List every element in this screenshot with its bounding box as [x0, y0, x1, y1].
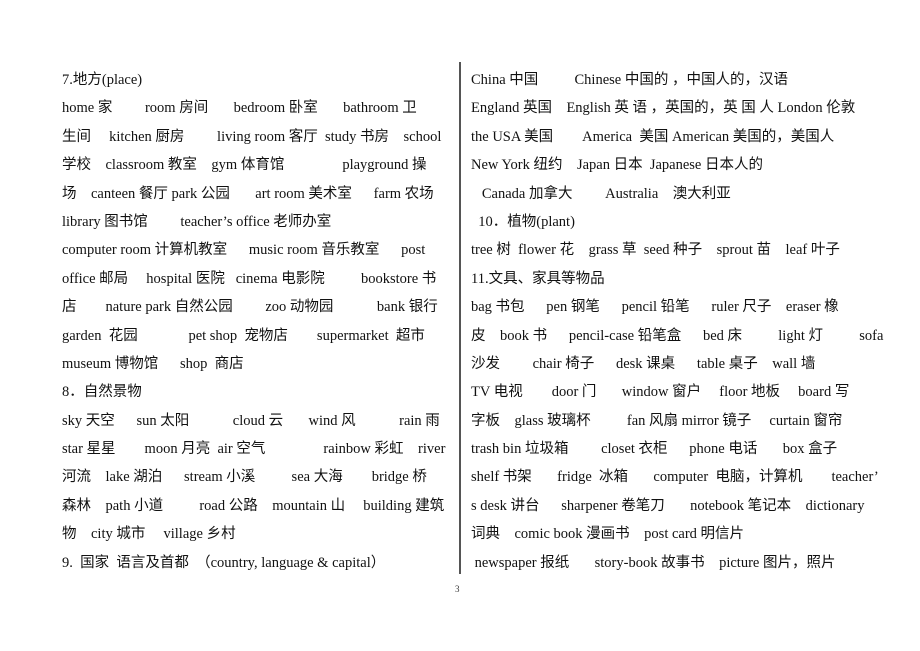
- text-line: tree 树 flower 花 grass 草 seed 种子 sprout 苗…: [471, 242, 840, 259]
- page-number: 3: [455, 584, 460, 594]
- text-line: shelf 书架 fridge 冰箱 computer 电脑，计算机 teach…: [471, 469, 879, 486]
- text-line: home 家 room 房间 bedroom 卧室 bathroom 卫: [62, 100, 417, 117]
- section-heading-places: 7.地方(place): [62, 72, 143, 88]
- text-line: 森林 path 小道 road 公路 mountain 山 building 建…: [62, 497, 445, 514]
- text-line: office 邮局 hospital 医院 cinema 电影院 booksto…: [62, 270, 437, 287]
- section-heading-plants: 10．植物(plant): [471, 213, 575, 230]
- text-line: 河流 lake 湖泊 stream 小溪 sea 大海 bridge 桥: [62, 469, 427, 486]
- text-line: 词典 comic book 漫画书 post card 明信片: [471, 526, 745, 543]
- left-column: 7.地方(place) home 家 room 房间 bedroom 卧室 ba…: [62, 66, 458, 577]
- section-heading-stationery: 11.文具、家具等物品: [471, 270, 605, 287]
- section-heading-nature: 8．自然景物: [62, 384, 142, 401]
- text-line: computer room 计算机教室 music room 音乐教室 post: [62, 242, 426, 259]
- text-line: 皮 book 书 pencil-case 铅笔盒 bed 床 light 灯 s…: [471, 327, 884, 344]
- text-line: New York 纽约 Japan 日本 Japanese 日本人的: [471, 157, 763, 174]
- text-line: England 英国 English 英 语 ，英国的，英 国 人 London…: [471, 100, 856, 117]
- text-line: newspaper 报纸 story-book 故事书 picture 图片，照…: [471, 554, 836, 571]
- text-line: the USA 美国 America 美国 American 美国的，美国人: [471, 128, 835, 145]
- text-line: trash bin 垃圾箱 closet 衣柜 phone 电话 box 盒子: [471, 441, 838, 458]
- text-line: 字板 glass 玻璃杯 fan 风扇 mirror 镜子 curtain 窗帘: [471, 412, 843, 429]
- text-line: TV 电视 door 门 window 窗户 floor 地板 board 写: [471, 384, 850, 401]
- text-line: 生间 kitchen 厨房 living room 客厅 study 书房 sc…: [62, 128, 442, 145]
- text-line: 场 canteen 餐厅 park 公园 art room 美术室 farm 农…: [62, 185, 434, 202]
- text-line: Canada 加拿大 Australia 澳大利亚: [471, 185, 731, 202]
- text-line: China 中国 Chinese 中国的 ，中国人的，汉语: [471, 72, 788, 88]
- right-column: China 中国 Chinese 中国的 ，中国人的，汉语 England 英国…: [471, 66, 920, 577]
- text-line: star 星星 moon 月亮 air 空气 rainbow 彩虹 river: [62, 441, 446, 458]
- text-line: bag 书包 pen 钢笔 pencil 铅笔 ruler 尺子 eraser …: [471, 299, 839, 316]
- text-line: sky 天空 sun 太阳 cloud 云 wind 风 rain 雨: [62, 412, 440, 429]
- section-heading-countries: 9. 国家 语言及首都 （country, language & capital…: [62, 554, 386, 571]
- column-divider: [459, 62, 461, 574]
- text-line: 物 city 城市 village 乡村: [62, 526, 236, 543]
- text-line: garden 花园 pet shop 宠物店 supermarket 超市: [62, 327, 425, 344]
- text-line: s desk 讲台 sharpener 卷笔刀 notebook 笔记本 dic…: [471, 497, 865, 514]
- text-line: library 图书馆 teacher’s office 老师办室: [62, 213, 332, 230]
- text-line: 学校 classroom 教室 gym 体育馆 playground 操: [62, 157, 427, 174]
- text-line: museum 博物馆 shop 商店: [62, 355, 244, 372]
- text-line: 沙发 chair 椅子 desk 课桌 table 桌子 wall 墙: [471, 355, 816, 372]
- text-line: 店 nature park 自然公园 zoo 动物园 bank 银行: [62, 299, 438, 316]
